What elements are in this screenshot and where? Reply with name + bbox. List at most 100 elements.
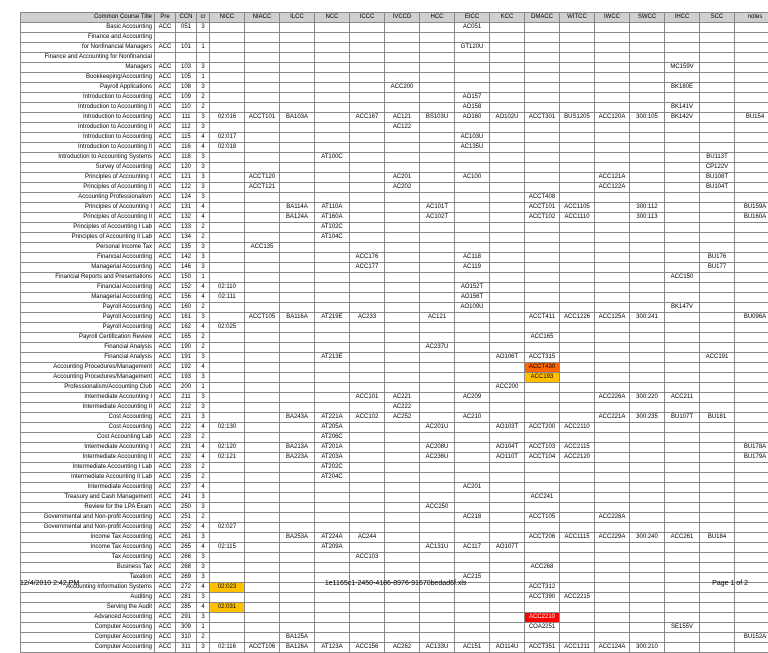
cell [245,613,280,623]
cell: Serving the Audit [21,603,155,613]
cell [245,143,280,153]
cell [385,283,420,293]
cell [665,363,700,373]
cell [735,233,768,243]
cell [665,373,700,383]
cell [525,263,560,273]
cell [280,173,315,183]
cell [385,383,420,393]
cell: ACC [155,273,176,283]
table-row: Intermediate AccountingACC2374AC201 [21,483,768,493]
cell [280,63,315,73]
table-row: Payroll AccountingACC162402:025 [21,323,768,333]
cell [560,603,595,613]
cell [210,93,245,103]
cell: 02:110 [210,283,245,293]
cell [595,143,630,153]
cell [420,623,455,633]
cell: Business Tax [21,563,155,573]
cell [665,23,700,33]
cell [280,563,315,573]
cell [315,303,350,313]
cell [350,633,385,643]
cell [315,363,350,373]
cell [700,453,735,463]
cell [315,623,350,633]
cell: ACC [155,233,176,243]
cell [210,503,245,513]
cell [560,53,595,63]
cell [385,433,420,443]
cell: 118 [176,153,197,163]
cell [385,133,420,143]
cell [245,193,280,203]
cell [665,613,700,623]
cell [560,43,595,53]
cell [420,183,455,193]
cell [560,343,595,353]
cell [490,503,525,513]
cell [665,383,700,393]
cell [665,53,700,63]
cell: ACC [155,193,176,203]
cell: ACC241 [525,493,560,503]
cell [155,33,176,43]
cell [560,263,595,273]
cell: 2 [197,463,210,473]
cell [245,603,280,613]
cell [735,623,768,633]
spreadsheet-page: Common Course TitlePreCCNcrNICCNIACCILCC… [0,0,768,593]
cell: AC208U [420,443,455,453]
cell [700,93,735,103]
cell [735,333,768,343]
col-header: SCC [700,13,735,23]
cell: 112 [176,123,197,133]
cell [525,403,560,413]
cell [560,623,595,633]
cell: ACC122A [595,183,630,193]
cell: ACC191 [700,353,735,363]
cell: 2 [197,333,210,343]
cell: ACC165 [525,333,560,343]
cell: BU184 [700,533,735,543]
cell: 300:241 [630,313,665,323]
cell [176,33,197,43]
cell [630,543,665,553]
cell [385,423,420,433]
cell: 165 [176,333,197,343]
cell: 4 [197,283,210,293]
cell: ACCT101 [525,203,560,213]
cell: 193 [176,373,197,383]
cell [700,113,735,123]
cell [280,483,315,493]
cell: 105 [176,73,197,83]
cell [595,423,630,433]
cell: 3 [197,63,210,73]
cell [385,373,420,383]
cell [595,193,630,203]
cell [280,43,315,53]
cell [735,483,768,493]
cell [700,213,735,223]
cell [350,243,385,253]
cell: ACC176 [350,253,385,263]
cell [210,483,245,493]
cell [420,133,455,143]
cell [245,383,280,393]
cell: AC102T [420,213,455,223]
cell [735,293,768,303]
cell: AT213E [315,353,350,363]
cell [595,443,630,453]
col-header: CCN [176,13,197,23]
cell [385,343,420,353]
cell: ACC [155,423,176,433]
cell [420,263,455,273]
cell [735,493,768,503]
cell [665,453,700,463]
cell [595,323,630,333]
cell [315,263,350,273]
cell: ACC [155,133,176,143]
cell: 2 [197,223,210,233]
cell [420,593,455,603]
cell: Intermediate Accounting I [21,443,155,453]
